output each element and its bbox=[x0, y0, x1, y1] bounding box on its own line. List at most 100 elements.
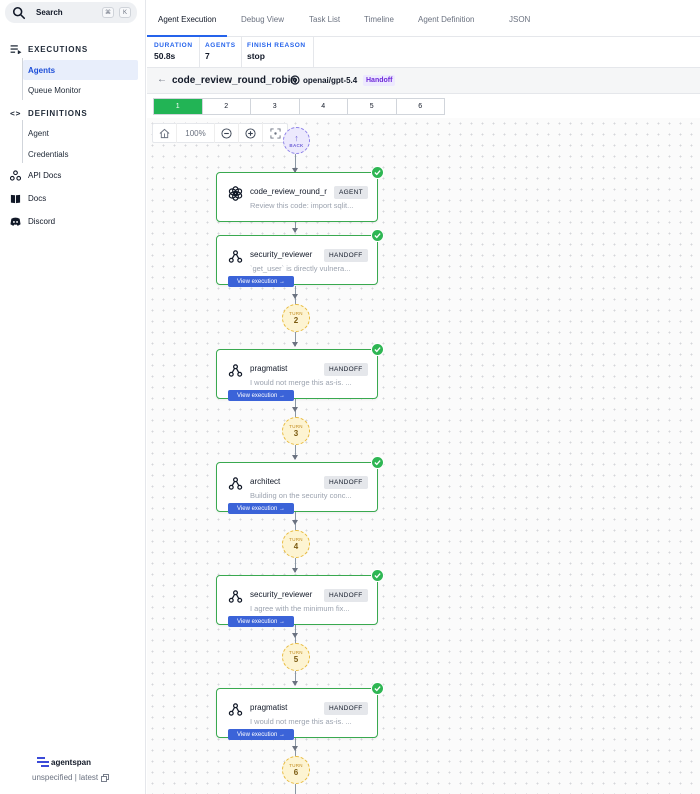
brand-name: agentspan bbox=[51, 757, 92, 767]
zoom-level: 100% bbox=[177, 123, 215, 143]
edge-arrow bbox=[292, 407, 298, 412]
view-execution-button[interactable]: View execution → bbox=[228, 729, 294, 740]
agent-node-pragmatist[interactable]: pragmatist HANDOFF I would not merge thi… bbox=[216, 682, 384, 740]
agent-node-pragmatist[interactable]: pragmatist HANDOFF I would not merge thi… bbox=[216, 343, 384, 401]
fit-view-icon bbox=[269, 127, 281, 139]
handoff-icon bbox=[228, 590, 243, 603]
agent-node-architect[interactable]: architect HANDOFF Building on the securi… bbox=[216, 456, 384, 514]
check-icon bbox=[371, 456, 384, 469]
handoff-icon bbox=[228, 250, 243, 263]
node-type-badge: AGENT bbox=[334, 186, 368, 199]
sidebar-item-label: Agent bbox=[28, 128, 49, 138]
node-preview: Building on the security conc... bbox=[250, 491, 352, 500]
turn-node-3[interactable]: TURN 3 bbox=[282, 417, 310, 445]
turn-tab-2[interactable]: 2 bbox=[203, 99, 251, 114]
check-icon bbox=[371, 229, 384, 242]
back-label: BACK bbox=[289, 142, 304, 148]
turn-tab-3[interactable]: 3 bbox=[251, 99, 300, 114]
definitions-header[interactable]: <> DEFINITIONS bbox=[10, 109, 87, 118]
view-execution-button[interactable]: View execution → bbox=[228, 616, 294, 627]
tab-task-list[interactable]: Task List bbox=[309, 15, 340, 24]
search-button[interactable]: Search ⌘ K bbox=[5, 2, 137, 23]
sidebar-link-docs[interactable]: Docs bbox=[10, 190, 46, 206]
book-icon bbox=[10, 194, 21, 203]
execution-stats: DURATION 50.8s AGENTS 7 FINISH REASON st… bbox=[147, 37, 700, 68]
run-name: code_review_round_robin bbox=[172, 75, 297, 86]
node-name: code_review_round_r bbox=[250, 187, 327, 196]
copy-icon[interactable] bbox=[101, 773, 110, 782]
sidebar-item-agents[interactable]: Agents bbox=[23, 60, 138, 80]
node-name: pragmatist bbox=[250, 703, 288, 712]
agent-node-security-reviewer[interactable]: security_reviewer HANDOFF I agree with t… bbox=[216, 569, 384, 627]
view-execution-button[interactable]: View execution → bbox=[228, 390, 294, 401]
back-arrow-icon[interactable]: ← bbox=[157, 74, 167, 85]
sidebar-item-credentials[interactable]: Credentials bbox=[23, 144, 138, 164]
node-preview: I would not merge this as-is. ... bbox=[250, 378, 352, 387]
view-execution-button[interactable]: View execution → bbox=[228, 503, 294, 514]
sidebar-link-discord[interactable]: Discord bbox=[10, 213, 55, 229]
tab-json[interactable]: JSON bbox=[509, 15, 530, 24]
back-node[interactable]: ↑ BACK bbox=[283, 127, 310, 154]
list-icon bbox=[10, 45, 22, 54]
sidebar-item-label: Queue Monitor bbox=[28, 85, 81, 95]
turn-tab-6[interactable]: 6 bbox=[397, 99, 445, 114]
kbd-cmd: ⌘ bbox=[102, 7, 114, 18]
turn-node-6[interactable]: TURN 6 bbox=[282, 756, 310, 784]
discord-icon bbox=[10, 217, 21, 226]
edge-arrow bbox=[292, 633, 298, 638]
zoom-in-button[interactable] bbox=[239, 123, 263, 143]
turn-node-5[interactable]: TURN 5 bbox=[282, 643, 310, 671]
edge bbox=[295, 784, 296, 794]
zoom-out-icon bbox=[221, 127, 232, 139]
node-preview: `get_user` is directly vulnera... bbox=[250, 264, 351, 273]
tab-agent-definition[interactable]: Agent Definition bbox=[418, 15, 474, 24]
edge-arrow bbox=[292, 568, 298, 573]
zoom-out-button[interactable] bbox=[215, 123, 239, 143]
stat-divider bbox=[241, 37, 242, 68]
graph-canvas[interactable]: 100% ↑ BACK code_review_round_r AGENT Re… bbox=[147, 118, 700, 794]
sidebar-item-queue-monitor[interactable]: Queue Monitor bbox=[23, 80, 138, 100]
fit-home-button[interactable] bbox=[153, 123, 177, 143]
node-type-badge: HANDOFF bbox=[324, 249, 368, 262]
turn-node-2[interactable]: TURN 2 bbox=[282, 304, 310, 332]
version-text: unspecified | latest bbox=[32, 773, 99, 782]
check-icon bbox=[371, 569, 384, 582]
stat-value: stop bbox=[247, 51, 265, 61]
handoff-icon bbox=[228, 477, 243, 490]
edge-arrow bbox=[292, 342, 298, 347]
turn-tab-4[interactable]: 4 bbox=[300, 99, 348, 114]
node-preview: Review this code: import sqlit... bbox=[250, 201, 354, 210]
stat-label: AGENTS bbox=[205, 42, 236, 49]
agent-node-root[interactable]: code_review_round_r AGENT Review this co… bbox=[216, 166, 384, 222]
view-execution-button[interactable]: View execution → bbox=[228, 276, 294, 287]
zoom-in-icon bbox=[245, 127, 256, 139]
sidebar-item-agent[interactable]: Agent bbox=[23, 123, 138, 143]
agent-node-security-reviewer[interactable]: security_reviewer HANDOFF `get_user` is … bbox=[216, 229, 384, 287]
agentspan-logo-icon bbox=[37, 757, 49, 767]
check-icon bbox=[371, 343, 384, 356]
stat-divider bbox=[199, 37, 200, 68]
sidebar-link-label: Discord bbox=[28, 216, 56, 226]
node-name: security_reviewer bbox=[250, 250, 313, 259]
arrow-up-icon: ↑ bbox=[294, 132, 299, 143]
turn-tab-1[interactable]: 1 bbox=[154, 99, 203, 114]
edge-arrow bbox=[292, 746, 298, 751]
stat-value: 7 bbox=[205, 51, 210, 61]
node-preview: I agree with the minimum fix... bbox=[250, 604, 350, 613]
stat-agents: AGENTS 7 bbox=[205, 42, 236, 61]
sidebar-item-label: Agents bbox=[28, 65, 56, 75]
stat-label: FINISH REASON bbox=[247, 42, 306, 49]
executions-header[interactable]: EXECUTIONS bbox=[10, 45, 88, 54]
tab-agent-execution[interactable]: Agent Execution bbox=[158, 15, 216, 24]
node-type-badge: HANDOFF bbox=[324, 589, 368, 602]
sidebar-link-api-docs[interactable]: API Docs bbox=[10, 167, 61, 183]
executions-title: EXECUTIONS bbox=[28, 45, 89, 54]
turn-node-4[interactable]: TURN 4 bbox=[282, 530, 310, 558]
sidebar: Search ⌘ K EXECUTIONS Agents Queue Monit… bbox=[0, 0, 146, 794]
tab-timeline[interactable]: Timeline bbox=[364, 15, 394, 24]
stat-duration: DURATION 50.8s bbox=[154, 42, 193, 61]
node-preview: I would not merge this as-is. ... bbox=[250, 717, 352, 726]
node-name: pragmatist bbox=[250, 364, 288, 373]
turn-tab-5[interactable]: 5 bbox=[348, 99, 397, 114]
tab-debug-view[interactable]: Debug View bbox=[241, 15, 284, 24]
